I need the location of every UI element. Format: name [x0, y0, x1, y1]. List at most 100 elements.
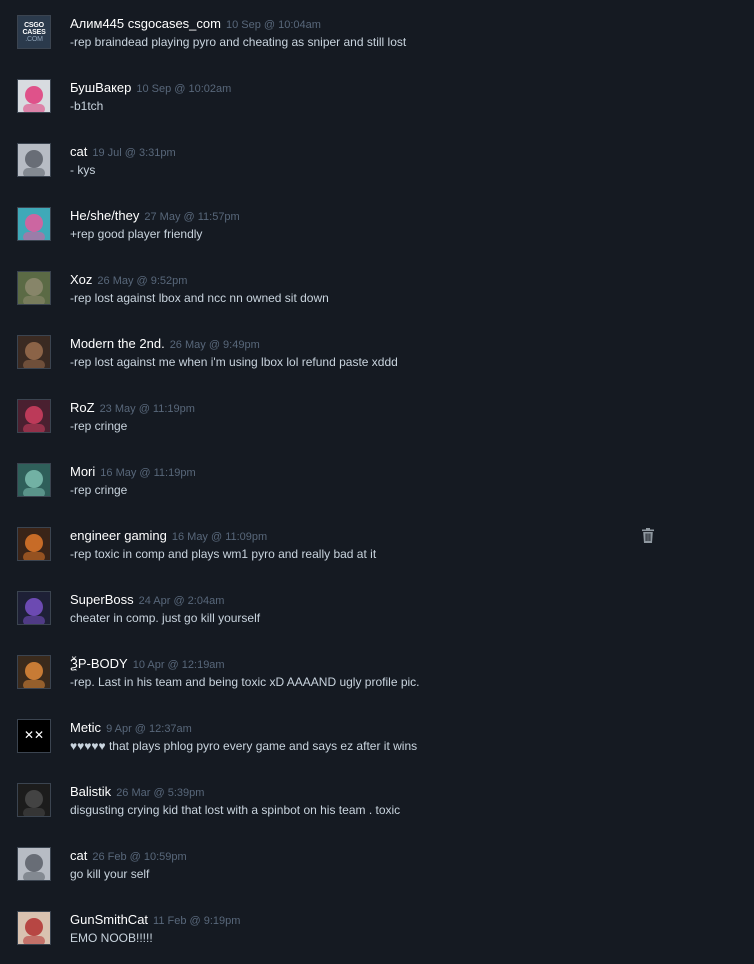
- avatar-image: [23, 278, 45, 304]
- comment-author-link[interactable]: Mori: [70, 464, 95, 479]
- soldier-avatar[interactable]: [17, 335, 51, 369]
- comment-body: Modern the 2nd. 26 May @ 9:49pm -rep lost …: [70, 335, 734, 370]
- anime-face-avatar[interactable]: [17, 143, 51, 177]
- comment-author-link[interactable]: Modern the 2nd.: [70, 336, 165, 351]
- comment: ѮP-BODY 10 Apr @ 12:19am -rep. Last in his…: [0, 648, 754, 712]
- comment-text: -rep. Last in his team and being toxic x…: [70, 675, 420, 689]
- comment-text: disgusting crying kid that lost with a s…: [70, 803, 401, 817]
- comment-body: GunSmithCat 11 Feb @ 9:19pm EMO NOOB!!!!!: [70, 911, 734, 946]
- comment-header: cat 19 Jul @ 3:31pm: [70, 143, 734, 161]
- comment: ✕✕ Metic 9 Apr @ 12:37am ♥♥♥♥♥ that plays p…: [0, 712, 754, 776]
- comment-timestamp: 10 Sep @ 10:04am: [225, 19, 321, 31]
- comment-header: cat 26 Feb @ 10:59pm: [70, 847, 734, 865]
- comment-header: Xoz 26 May @ 9:52pm: [70, 271, 734, 289]
- comment-body: БушВакер 10 Sep @ 10:02am -b1tch: [70, 79, 734, 114]
- comment-text: -rep toxic in comp and plays wm1 pyro an…: [70, 547, 377, 561]
- comment-body: cat 19 Jul @ 3:31pm - kys: [70, 143, 734, 178]
- comment-author-link[interactable]: SuperBoss: [70, 592, 134, 607]
- comment-header: RoZ 23 May @ 11:19pm: [70, 399, 734, 417]
- comment: cat 26 Feb @ 10:59pm go kill your self: [0, 840, 754, 904]
- comment-timestamp: 10 Apr @ 12:19am: [132, 659, 225, 671]
- comment-author-link[interactable]: Алим445 csgocases_com: [70, 16, 221, 31]
- comment-text: +rep good player friendly: [70, 227, 203, 241]
- comment: Modern the 2nd. 26 May @ 9:49pm -rep lost …: [0, 328, 754, 392]
- comment: cat 19 Jul @ 3:31pm - kys: [0, 136, 754, 200]
- avatar-logo-line: CASES: [22, 28, 46, 36]
- comment: engineer gaming 16 May @ 11:09pm -rep toxi…: [0, 520, 754, 584]
- comment-text: go kill your self: [70, 867, 150, 881]
- comment-header: Алим445 csgocases_com 10 Sep @ 10:04am: [70, 15, 734, 33]
- anime-character-avatar[interactable]: [17, 911, 51, 945]
- avatar-image: [23, 598, 45, 624]
- comment-author-link[interactable]: GunSmithCat: [70, 912, 148, 927]
- comment-body: SuperBoss 24 Apr @ 2:04am cheater in comp.…: [70, 591, 734, 626]
- comment-author-link[interactable]: Xoz: [70, 272, 92, 287]
- x-eyes-face-avatar[interactable]: ✕✕: [17, 719, 51, 753]
- comment-timestamp: 26 Mar @ 5:39pm: [116, 787, 205, 799]
- engineer-avatar[interactable]: [17, 527, 51, 561]
- comment-body: Metic 9 Apr @ 12:37am ♥♥♥♥♥ that plays phl…: [70, 719, 734, 754]
- comment-thread: CSGO CASES .COM Алим445 csgocases_com 10 Sep…: [0, 0, 754, 964]
- comment-timestamp: 23 May @ 11:19pm: [99, 403, 195, 415]
- avatar-image: [23, 470, 45, 496]
- comment-author-link[interactable]: He/she/they: [70, 208, 139, 223]
- dog-sunglasses-avatar[interactable]: [17, 79, 51, 113]
- comment-author-link[interactable]: engineer gaming: [70, 528, 167, 543]
- comment-header: SuperBoss 24 Apr @ 2:04am: [70, 591, 734, 609]
- csgocases-logo-avatar[interactable]: CSGO CASES .COM: [17, 15, 51, 49]
- comment-body: RoZ 23 May @ 11:19pm -rep cringe: [70, 399, 734, 434]
- comment-author-link[interactable]: cat: [70, 848, 87, 863]
- comment-header: ѮP-BODY 10 Apr @ 12:19am: [70, 655, 734, 673]
- avatar-logo-line: .COM: [25, 35, 43, 43]
- avatar-logo-line: CSGO: [24, 21, 44, 29]
- comment-text: EMO NOOB!!!!!: [70, 931, 153, 945]
- avatar-image: [23, 662, 45, 688]
- avatar-image: [23, 150, 45, 176]
- delete-comment-button[interactable]: [640, 526, 656, 544]
- purple-boss-avatar[interactable]: [17, 591, 51, 625]
- comment-text: - kys: [70, 163, 96, 177]
- comment-header: GunSmithCat 11 Feb @ 9:19pm: [70, 911, 734, 929]
- comment: CSGO CASES .COM Алим445 csgocases_com 10 Sep…: [0, 8, 754, 72]
- dark-figure-avatar[interactable]: [17, 783, 51, 817]
- anime-face-avatar[interactable]: [17, 847, 51, 881]
- comment: SuperBoss 24 Apr @ 2:04am cheater in comp.…: [0, 584, 754, 648]
- comment-author-link[interactable]: Balistik: [70, 784, 111, 799]
- comment-text: cheater in comp. just go kill yourself: [70, 611, 261, 625]
- avatar-logo-text: CSGO CASES .COM: [22, 22, 45, 43]
- comment-author-link[interactable]: БушВакер: [70, 80, 131, 95]
- trash-icon: [642, 527, 654, 543]
- avatar-image: ✕✕: [24, 728, 44, 742]
- comment-body: cat 26 Feb @ 10:59pm go kill your self: [70, 847, 734, 882]
- comment-timestamp: 24 Apr @ 2:04am: [138, 595, 225, 607]
- cartoon-face-avatar[interactable]: [17, 207, 51, 241]
- comment-body: engineer gaming 16 May @ 11:09pm -rep toxi…: [70, 527, 734, 562]
- comment-header: БушВакер 10 Sep @ 10:02am: [70, 79, 734, 97]
- anime-girl-avatar[interactable]: [17, 399, 51, 433]
- comment-timestamp: 26 Feb @ 10:59pm: [92, 851, 187, 863]
- comment-timestamp: 16 May @ 11:09pm: [171, 531, 268, 543]
- comment-author-link[interactable]: cat: [70, 144, 87, 159]
- comment-author-link[interactable]: ѮP-BODY: [70, 656, 128, 671]
- avatar-image: [23, 214, 45, 240]
- avatar-image: [23, 918, 45, 944]
- comment-timestamp: 19 Jul @ 3:31pm: [92, 147, 176, 159]
- comment-header: engineer gaming 16 May @ 11:09pm: [70, 527, 734, 545]
- landscape-avatar[interactable]: [17, 271, 51, 305]
- comment-header: He/she/they 27 May @ 11:57pm: [70, 207, 734, 225]
- comment-author-link[interactable]: Metic: [70, 720, 101, 735]
- comment: БушВакер 10 Sep @ 10:02am -b1tch: [0, 72, 754, 136]
- comment-timestamp: 26 May @ 9:52pm: [97, 275, 188, 287]
- comment-header: Modern the 2nd. 26 May @ 9:49pm: [70, 335, 734, 353]
- comment: Mori 16 May @ 11:19pm -rep cringe: [0, 456, 754, 520]
- comment-text: -b1tch: [70, 99, 104, 113]
- avatar-image: [23, 790, 45, 816]
- comment-text: -rep lost against me when i'm using lbox…: [70, 355, 398, 369]
- creature-avatar[interactable]: [17, 463, 51, 497]
- comment-timestamp: 16 May @ 11:19pm: [100, 467, 196, 479]
- comment-author-link[interactable]: RoZ: [70, 400, 95, 415]
- robot-avatar[interactable]: [17, 655, 51, 689]
- comment-body: Алим445 csgocases_com 10 Sep @ 10:04am -re…: [70, 15, 734, 50]
- comment-body: He/she/they 27 May @ 11:57pm +rep good pla…: [70, 207, 734, 242]
- avatar-image: [23, 406, 45, 432]
